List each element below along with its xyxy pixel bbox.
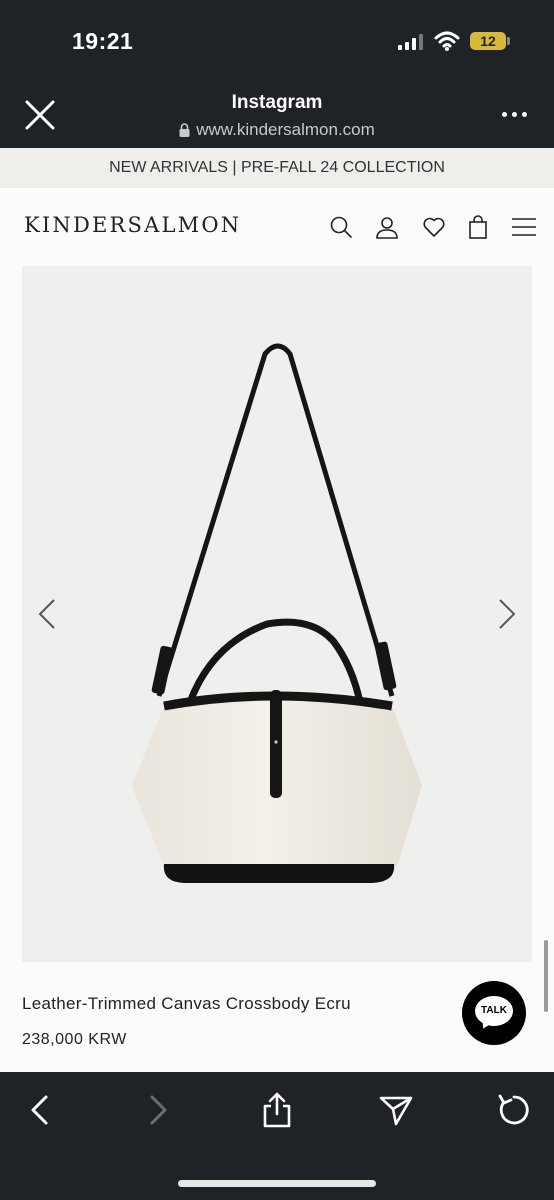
browser-title: Instagram <box>231 92 323 113</box>
brand-logo[interactable]: KINDERSALMON <box>24 213 241 237</box>
reload-icon[interactable] <box>496 1092 532 1128</box>
next-image-icon[interactable] <box>496 596 518 632</box>
product-image[interactable] <box>22 266 532 962</box>
signal-icon <box>398 34 423 50</box>
prev-image-icon[interactable] <box>36 596 58 632</box>
talk-label: TALK <box>481 1005 507 1016</box>
home-indicator[interactable] <box>178 1180 376 1187</box>
back-icon[interactable] <box>22 1092 58 1128</box>
shopping-bag-icon[interactable] <box>466 215 490 239</box>
status-time: 19:21 <box>72 28 134 54</box>
share-icon[interactable] <box>259 1092 295 1128</box>
battery-level: 12 <box>480 33 496 49</box>
more-icon[interactable] <box>500 106 530 124</box>
url-text: www.kindersalmon.com <box>196 120 375 139</box>
wifi-icon <box>434 31 460 51</box>
promo-banner[interactable]: NEW ARRIVALS | PRE-FALL 24 COLLECTION <box>0 148 554 188</box>
account-icon[interactable] <box>375 215 399 239</box>
wishlist-heart-icon[interactable] <box>422 215 446 239</box>
product-price: 238,000 KRW <box>22 1031 127 1048</box>
battery-icon: 12 <box>470 32 506 50</box>
product-name[interactable]: Leather-Trimmed Canvas Crossbody Ecru <box>22 994 351 1014</box>
search-icon[interactable] <box>329 215 353 239</box>
browser-bar: Instagram www.kindersalmon.com <box>0 82 554 148</box>
status-bar: 19:21 12 <box>0 0 554 82</box>
url-row: www.kindersalmon.com <box>0 120 554 140</box>
forward-icon[interactable] <box>140 1092 176 1128</box>
send-icon[interactable] <box>378 1092 414 1128</box>
menu-icon[interactable] <box>512 215 536 239</box>
scroll-indicator[interactable] <box>544 940 548 1012</box>
talk-chat-button[interactable]: TALK <box>462 981 526 1045</box>
site-header: KINDERSALMON <box>0 188 554 266</box>
browser-toolbar <box>0 1072 554 1200</box>
product-photo-canvas-bag <box>132 343 422 883</box>
battery-tip <box>507 37 510 45</box>
lock-icon <box>179 123 190 137</box>
